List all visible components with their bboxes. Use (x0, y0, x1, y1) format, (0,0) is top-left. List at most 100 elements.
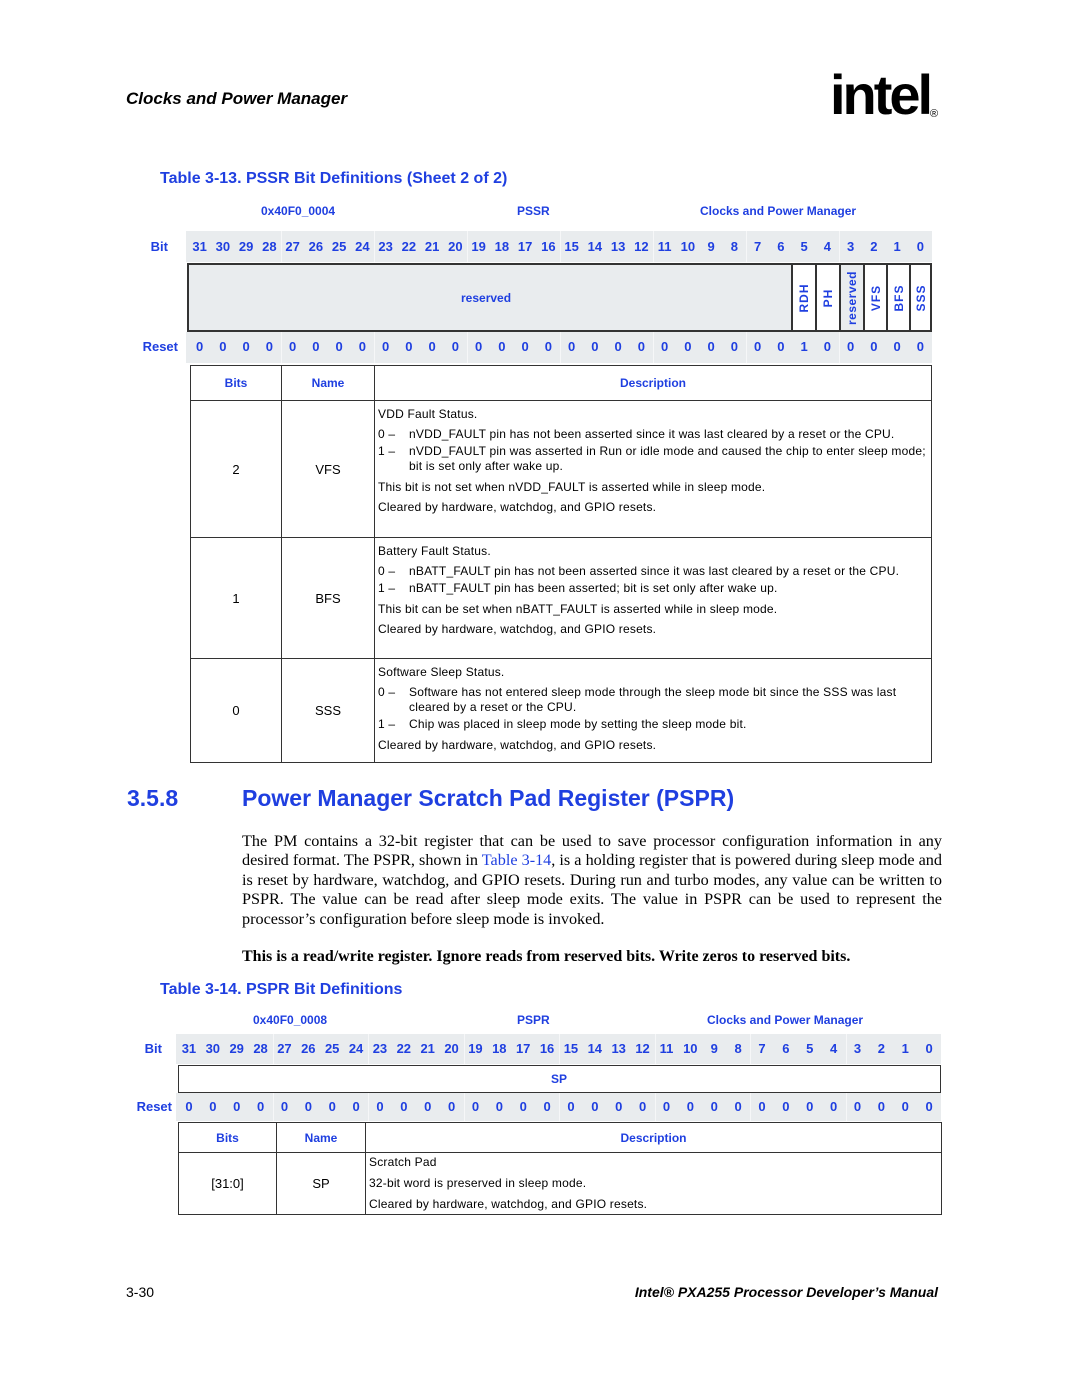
bit-number: 7 (754, 239, 762, 254)
registered-mark: ® (930, 108, 939, 120)
reset-value: 0 (521, 339, 529, 354)
item-key: 1 – (378, 581, 396, 595)
bit-number: 5 (806, 1041, 814, 1056)
bit-number: 16 (541, 239, 556, 254)
bit-number: 17 (517, 239, 533, 254)
reset-value: 0 (382, 339, 390, 354)
nibble-separator (845, 1034, 847, 1064)
nibble-separator (654, 1093, 656, 1121)
reset-value: 0 (352, 1099, 360, 1114)
nibble-separator (654, 1034, 656, 1064)
reset-value: 0 (754, 339, 762, 354)
bit-number: 1 (901, 1041, 909, 1056)
bit-number: 25 (331, 239, 347, 254)
bit-number: 10 (683, 1041, 698, 1056)
nibble-separator (750, 1034, 751, 1064)
reset-value: 0 (471, 1099, 480, 1114)
reset-value: 0 (219, 339, 227, 354)
reset-value: 0 (196, 339, 204, 354)
nibble-separator (281, 332, 282, 363)
bit-number: 18 (494, 239, 510, 254)
reset-value: 0 (209, 1099, 217, 1114)
bit-number: 21 (424, 239, 440, 254)
field-rdh: RDH (791, 265, 815, 330)
item-key: 1 – (378, 717, 396, 731)
header-name: Name (276, 1122, 366, 1153)
nibble-separator (845, 1093, 847, 1121)
nibble-separator (839, 332, 840, 363)
register-name: PSPR (517, 1013, 550, 1027)
row-bits: 1 (190, 537, 282, 659)
item-text: nBATT_FAULT pin has been asserted; bit i… (409, 581, 778, 595)
reset-value: 0 (358, 339, 366, 354)
reset-value: 0 (806, 1099, 814, 1114)
bit-number: 12 (634, 239, 649, 254)
reset-value: 0 (376, 1099, 384, 1114)
section-paragraph: The PM contains a 32-bit register that c… (242, 832, 942, 929)
reset-value: 0 (543, 1099, 551, 1114)
register-address: 0x40F0_0008 (253, 1013, 328, 1027)
reset-value: 0 (289, 339, 297, 354)
bit-number: 3 (853, 1041, 862, 1056)
desc-item: 1 – nBATT_FAULT pin has been asserted; bi… (378, 581, 928, 596)
bit-number: 17 (515, 1041, 531, 1056)
bit-number: 23 (378, 239, 393, 254)
reset-value: 0 (829, 1099, 838, 1114)
desc-line: Cleared by hardware, watchdog, and GPIO … (369, 1197, 648, 1211)
reset-value: 0 (519, 1099, 527, 1114)
bit-number: 2 (870, 239, 878, 254)
bit-number: 13 (611, 1041, 626, 1056)
bit-number: 14 (587, 239, 603, 254)
table-row: 2 VFS VDD Fault Status. 0 – nVDD_FAULT pi… (190, 400, 932, 538)
nibble-separator (653, 231, 654, 262)
bit-number: 9 (710, 1041, 718, 1056)
bit-number: 13 (610, 239, 626, 254)
nibble-separator (368, 1034, 369, 1064)
reset-value: 0 (498, 339, 506, 354)
reset-value: 0 (405, 339, 413, 354)
section-number: 3.5.8 (127, 785, 179, 811)
nibble-separator (559, 1034, 560, 1064)
bit-number: 4 (829, 1041, 838, 1056)
item-text: nVDD_FAULT pin has not been asserted sin… (409, 427, 895, 441)
desc-note: Cleared by hardware, watchdog, and GPIO … (378, 500, 657, 514)
row-description: Battery Fault Status. 0 – nBATT_FAULT pin… (374, 537, 932, 659)
reset-value: 0 (638, 1099, 647, 1114)
header-name: Name (281, 365, 375, 401)
bit-number: 30 (215, 239, 231, 254)
reset-value: 0 (847, 339, 855, 354)
nibble-separator (559, 1093, 560, 1121)
page-number: 3-30 (126, 1284, 155, 1300)
desc-line: Scratch Pad (369, 1155, 437, 1169)
nibble-separator (750, 1093, 751, 1121)
section-title: Power Manager Scratch Pad Register (PSPR… (242, 785, 735, 811)
nibble-separator (653, 332, 654, 363)
reset-value: 0 (853, 1099, 862, 1114)
reset-value: 0 (925, 1099, 933, 1114)
item-key: 1 – (378, 444, 396, 458)
header-description: Description (374, 365, 932, 401)
reset-value: 0 (428, 339, 436, 354)
bit-number: 2 (877, 1041, 885, 1056)
field-reserved-bit3-label: reserved (845, 270, 859, 325)
table-header-row: Bits Name Description (190, 365, 932, 401)
nibble-separator (281, 231, 282, 262)
table-14-caption: Table 3-14. PSPR Bit Definitions (160, 981, 403, 998)
table-3-14-link[interactable]: Table 3-14 (482, 851, 551, 869)
bit-row-label: Bit (150, 239, 168, 254)
nibble-separator (374, 332, 375, 363)
reset-value: 0 (451, 339, 459, 354)
bit-number: 25 (324, 1041, 340, 1056)
field-vfs: VFS (863, 265, 886, 330)
pspr-register-diagram: 0x40F0_0008 PSPR Clocks and Power Manage… (130, 1013, 945, 1121)
pssr-description-table: Bits Name Description 2 VFS VDD Fault St… (190, 365, 932, 763)
bit-number: 29 (229, 1041, 244, 1056)
intel-logo-text: intel (830, 63, 933, 126)
bit-number: 22 (396, 1041, 412, 1056)
reset-value: 1 (800, 339, 808, 354)
bit-number: 19 (471, 239, 486, 254)
bit-number: 15 (563, 1041, 579, 1056)
register-access-note: This is a read/write register. Ignore re… (242, 948, 851, 965)
bit-number: 30 (205, 1041, 221, 1056)
bit-number: 11 (657, 239, 672, 254)
